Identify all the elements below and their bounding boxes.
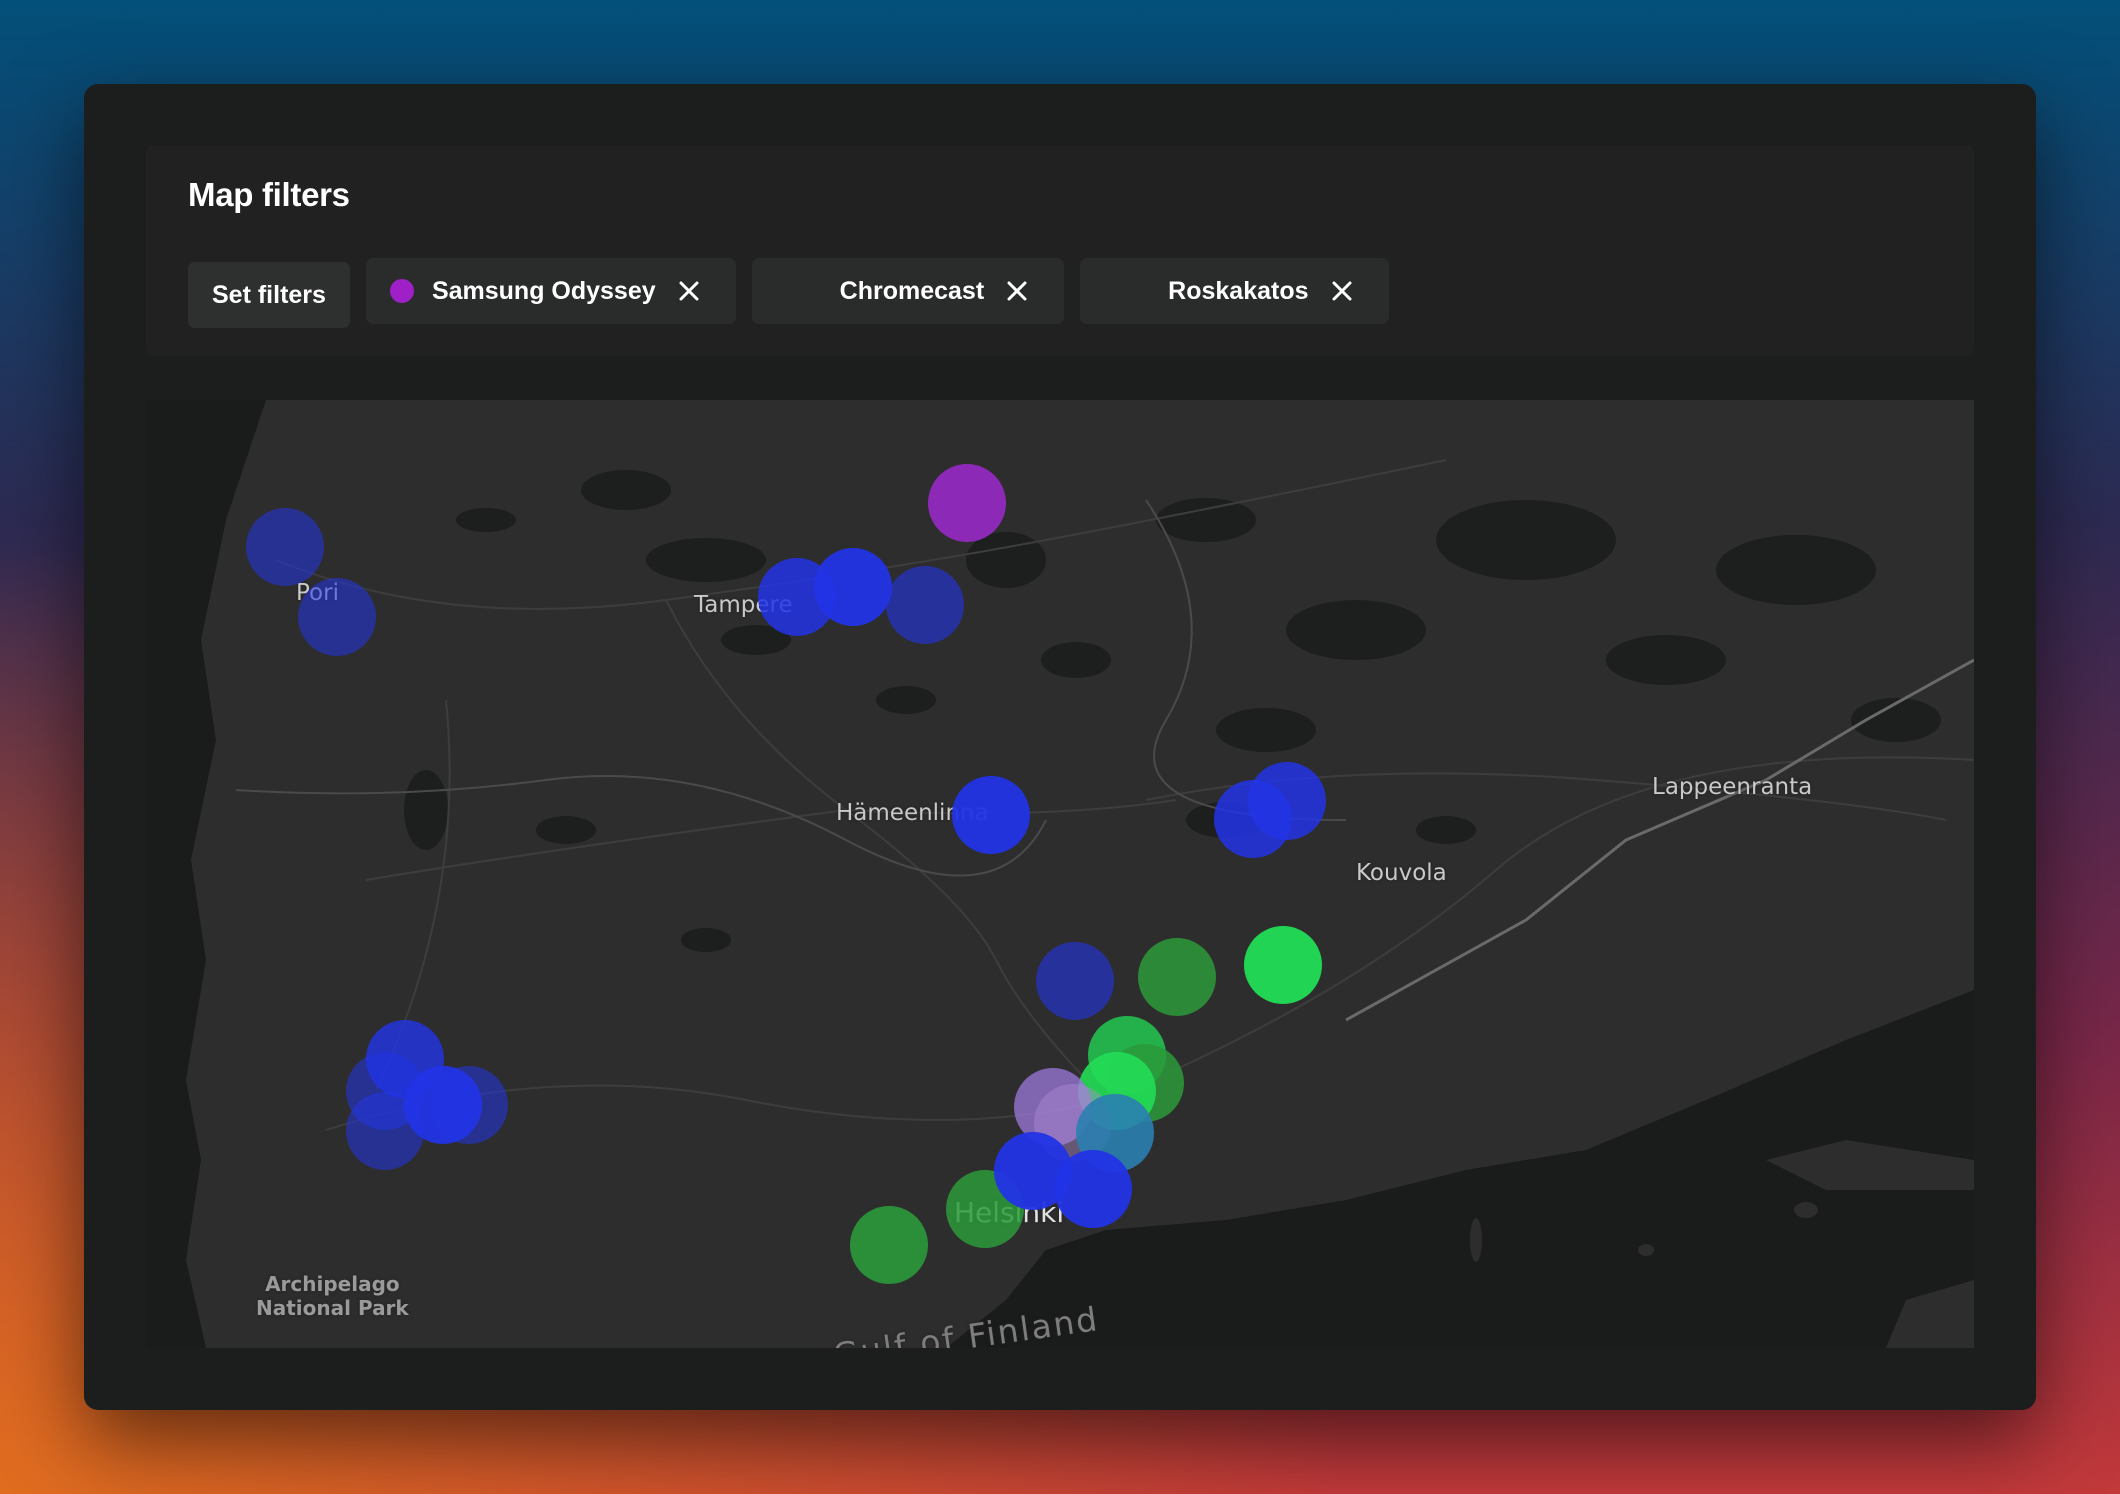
map-marker[interactable]	[1244, 926, 1322, 1004]
map-marker[interactable]	[952, 776, 1030, 854]
panel-title: Map filters	[188, 176, 350, 213]
map-marker[interactable]	[850, 1206, 928, 1284]
close-icon[interactable]	[1329, 278, 1355, 304]
filter-chip-label: Samsung Odyssey	[431, 276, 656, 305]
set-filters-button[interactable]: Set filters	[188, 262, 350, 328]
close-icon[interactable]	[1004, 278, 1030, 304]
color-dot-icon	[389, 279, 414, 303]
filter-chip-row: Set filters Samsung Odyssey Chromecast R…	[188, 258, 1389, 328]
map-marker[interactable]	[246, 508, 324, 586]
filter-chip-samsung-odyssey[interactable]: Samsung Odyssey	[365, 258, 736, 324]
app-window: Map filters Set filters Samsung Odyssey …	[84, 84, 2036, 1410]
city-label-lappeenranta: Lappeenranta	[1652, 774, 1813, 800]
map-filters-panel: Map filters Set filters Samsung Odyssey …	[146, 146, 1974, 356]
park-label: Archipelago National Park	[256, 1272, 409, 1320]
filter-chip-label: Roskakatos	[1168, 276, 1309, 305]
islands	[1470, 1140, 1974, 1348]
filter-chip-roskakatos[interactable]: Roskakatos	[1080, 258, 1389, 324]
map-marker[interactable]	[1138, 938, 1216, 1016]
city-label-kouvola: Kouvola	[1356, 860, 1447, 886]
map-marker[interactable]	[814, 548, 892, 626]
map-marker[interactable]	[298, 578, 376, 656]
map-marker[interactable]	[404, 1066, 482, 1144]
map-marker[interactable]	[1036, 942, 1114, 1020]
close-icon[interactable]	[676, 278, 702, 304]
map-marker[interactable]	[1054, 1150, 1132, 1228]
map-marker[interactable]	[928, 464, 1006, 542]
map-marker[interactable]	[1214, 780, 1292, 858]
map-view[interactable]: Pori Tampere Hämeenlinna Lappeenranta Ko…	[146, 400, 1974, 1348]
filter-chip-chromecast[interactable]: Chromecast	[751, 258, 1065, 324]
map-marker[interactable]	[886, 566, 964, 644]
filter-chip-label: Chromecast	[839, 276, 985, 305]
